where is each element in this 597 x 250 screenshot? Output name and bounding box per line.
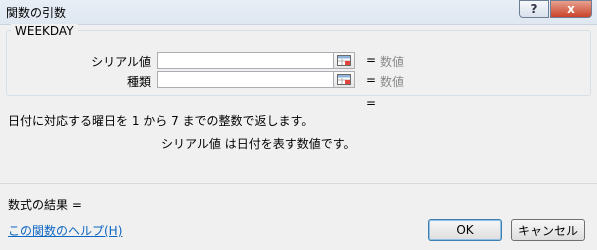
serial-value-input[interactable]	[157, 52, 355, 69]
title-bar: 関数の引数 ? x	[0, 0, 597, 25]
argument-description: シリアル値 は日付を表す数値です。	[161, 137, 356, 151]
cancel-button[interactable]: キャンセル	[511, 219, 585, 241]
function-result-equals: =	[366, 96, 377, 110]
close-button[interactable]: x	[550, 0, 592, 18]
collapse-dialog-button-serial[interactable]	[333, 52, 355, 69]
help-button[interactable]: ?	[519, 0, 549, 18]
formula-result: 数式の結果 =	[8, 198, 82, 212]
function-help-link[interactable]: この関数のヘルプ(H)	[8, 222, 122, 239]
range-select-icon	[337, 74, 351, 85]
type-input[interactable]	[157, 71, 355, 88]
ok-button[interactable]: OK	[428, 219, 502, 241]
arg-value-type: 数値	[380, 75, 405, 89]
arg-label-serial: シリアル値	[91, 55, 151, 69]
function-description: 日付に対応する曜日を 1 から 7 までの整数で返します。	[8, 114, 314, 128]
range-select-icon	[337, 55, 351, 66]
arg-label-type: 種類	[126, 75, 151, 89]
arg-value-serial: 数値	[380, 55, 405, 69]
dialog-title: 関数の引数	[6, 6, 67, 20]
equals-sign: =	[366, 53, 377, 67]
equals-sign: =	[366, 73, 377, 87]
function-name: WEEKDAY	[11, 24, 78, 38]
separator	[0, 183, 597, 184]
collapse-dialog-button-type[interactable]	[333, 71, 355, 88]
